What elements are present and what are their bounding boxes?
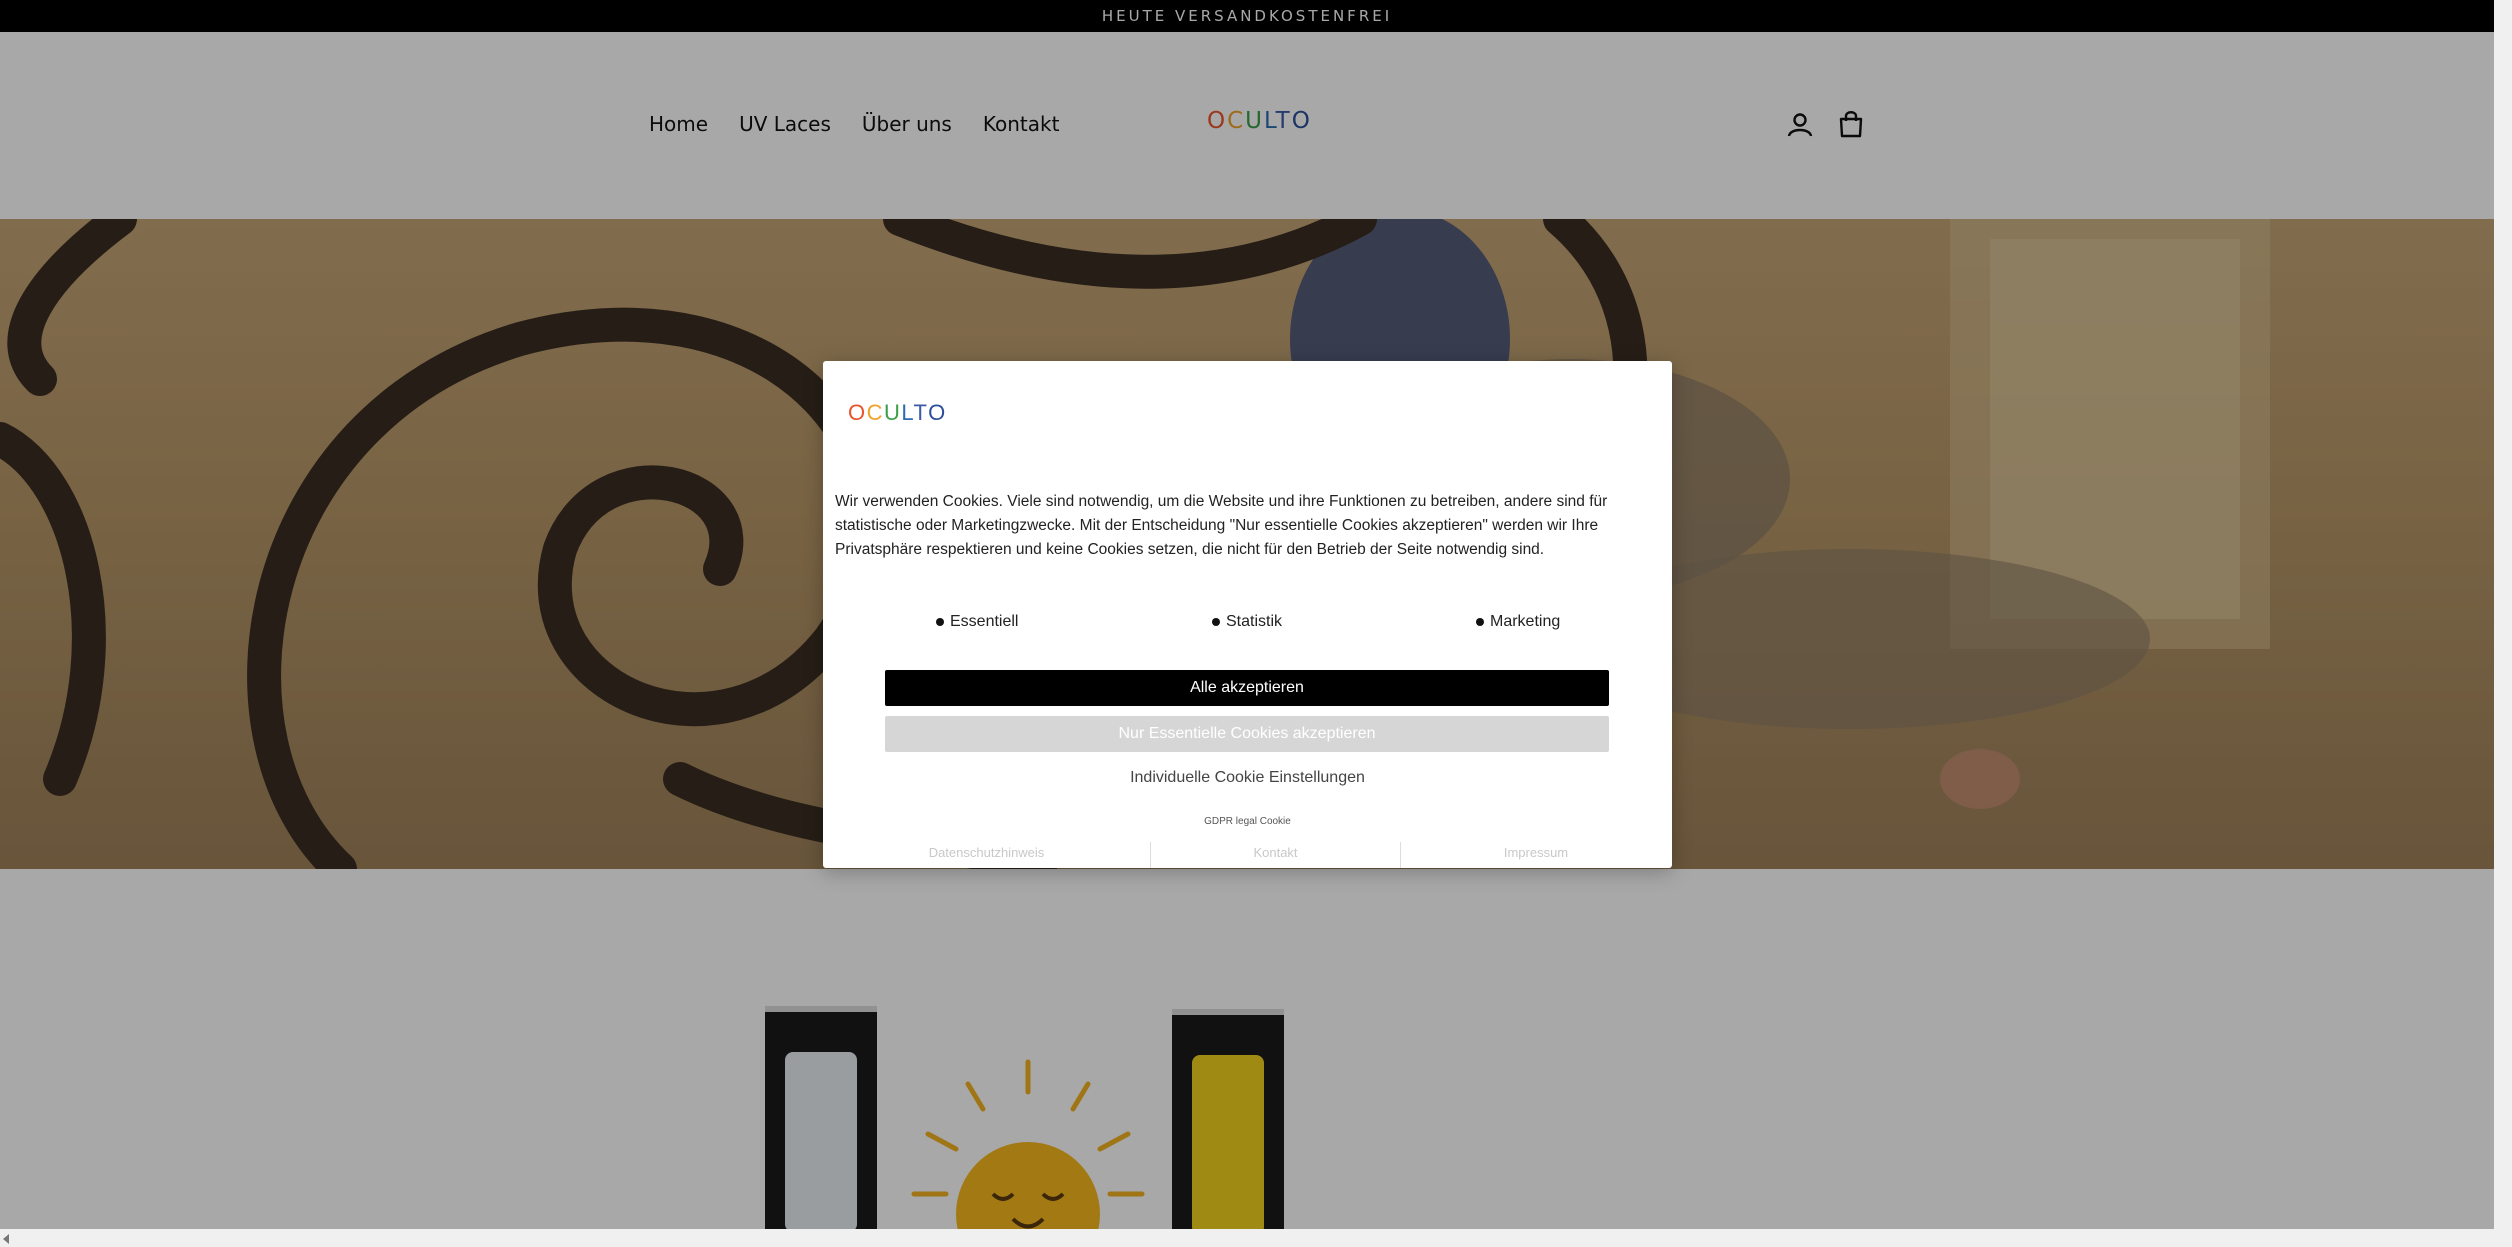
scroll-left-icon[interactable] [3, 1234, 9, 1244]
cookie-description: Wir verwenden Cookies. Viele sind notwen… [835, 493, 1608, 558]
privacy-link[interactable]: Datenschutzhinweis [823, 842, 1150, 868]
imprint-link[interactable]: Impressum [1400, 842, 1671, 868]
bullet-icon [1476, 618, 1484, 626]
gdpr-credit: GDPR legal Cookie [1204, 816, 1291, 827]
vertical-scrollbar[interactable] [2494, 0, 2512, 1247]
cookie-category-essentiell[interactable]: Essentiell [936, 613, 1018, 631]
bullet-icon [1212, 618, 1220, 626]
category-label: Marketing [1490, 613, 1561, 630]
category-label: Statistik [1226, 613, 1283, 630]
logo-letter: U [884, 400, 902, 425]
contact-link[interactable]: Kontakt [1150, 842, 1400, 868]
cookie-category-statistik[interactable]: Statistik [1212, 613, 1282, 631]
accept-all-button[interactable]: Alle akzeptieren [885, 670, 1609, 706]
category-label: Essentiell [950, 613, 1019, 630]
cookie-footer-links: Datenschutzhinweis Kontakt Impressum [823, 842, 1672, 868]
cookie-dialog-logo: OCULTO [848, 400, 947, 426]
logo-letter: L [901, 400, 914, 425]
horizontal-scrollbar[interactable] [0, 1229, 2494, 1247]
cookie-consent-dialog: OCULTO Wir verwenden Cookies. Viele sind… [823, 361, 1672, 868]
cookie-category-marketing[interactable]: Marketing [1476, 613, 1560, 631]
logo-letter: T [913, 400, 929, 425]
logo-letter: O [848, 400, 867, 425]
accept-essential-button[interactable]: Nur Essentielle Cookies akzeptieren [885, 716, 1609, 752]
logo-letter: O [928, 400, 947, 425]
logo-letter: C [866, 400, 885, 425]
individual-settings-link[interactable]: Individuelle Cookie Einstellungen [823, 769, 1672, 787]
bullet-icon [936, 618, 944, 626]
